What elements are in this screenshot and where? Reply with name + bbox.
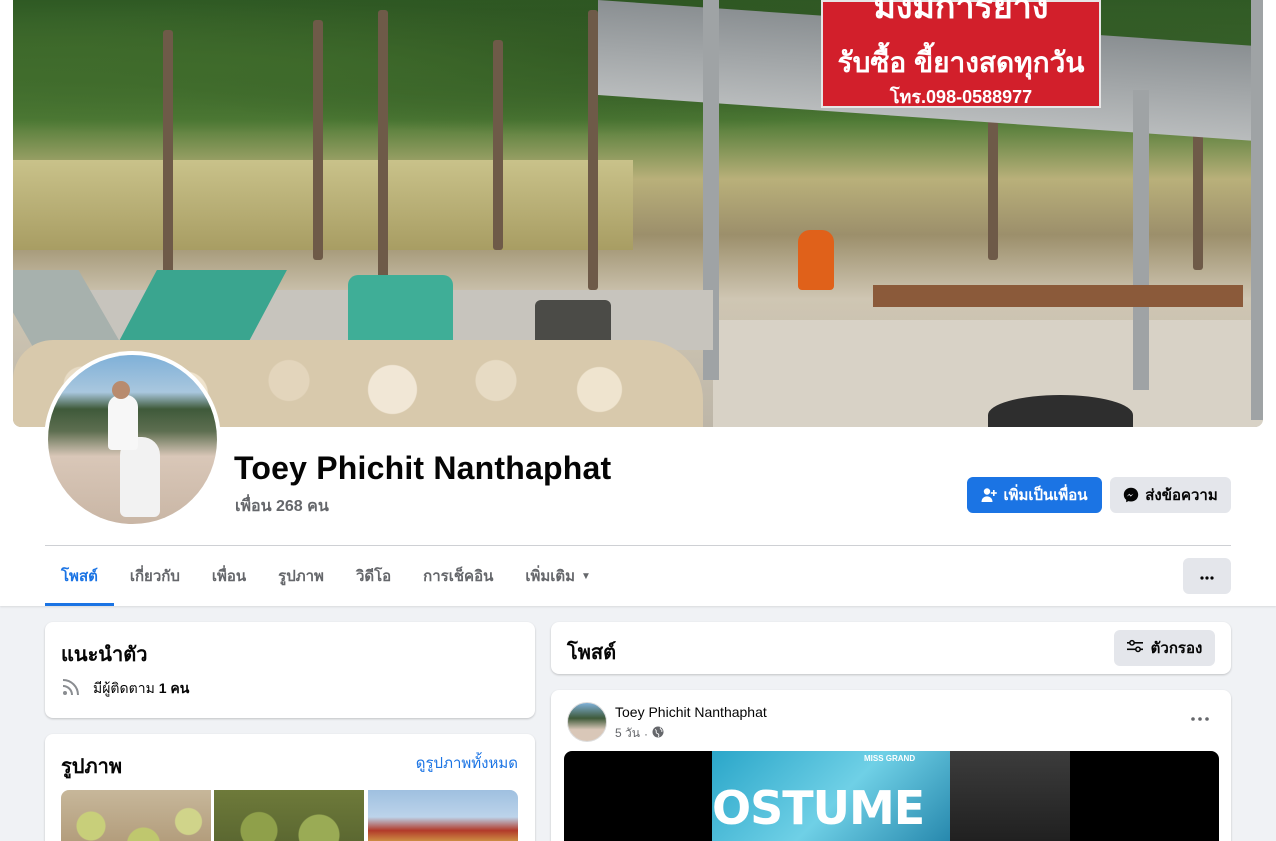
filter-label: ตัวกรอง: [1150, 640, 1203, 657]
add-friend-icon: [981, 487, 998, 503]
tab-friends[interactable]: เพื่อน: [196, 546, 262, 606]
post-author-avatar[interactable]: [567, 702, 607, 742]
avatar-rider: [108, 395, 138, 450]
tab-label: เพื่อน: [211, 568, 247, 585]
followers-text: มีผู้ติดตาม 1 คน: [93, 678, 189, 700]
post-meta: 5 วัน ·: [615, 724, 664, 743]
more-options-button[interactable]: [1183, 558, 1231, 594]
post-author-name[interactable]: Toey Phichit Nanthaphat: [615, 704, 767, 720]
cover-tree-trunk: [313, 20, 323, 260]
add-friend-button[interactable]: เพิ่มเป็นเพื่อน: [967, 477, 1102, 513]
intro-card: แนะนำตัว มีผู้ติดตาม 1 คน: [45, 622, 535, 718]
messenger-icon: [1123, 487, 1139, 503]
profile-avatar[interactable]: [48, 355, 217, 524]
tab-photos[interactable]: รูปภาพ: [262, 546, 340, 606]
filter-button[interactable]: ตัวกรอง: [1114, 630, 1215, 666]
tab-label: วิดีโอ: [355, 568, 392, 585]
cover-tree-trunk: [378, 10, 388, 280]
message-label: ส่งข้อความ: [1145, 487, 1218, 504]
tab-label: การเช็คอิน: [423, 568, 494, 585]
avatar-rider-head: [112, 381, 130, 399]
tab-label: รูปภาพ: [278, 568, 324, 585]
post-options-button[interactable]: [1191, 708, 1209, 726]
cover-table: [873, 285, 1243, 307]
photo-thumbnail[interactable]: [61, 790, 211, 841]
cover-tree-trunk: [493, 40, 503, 250]
intro-title: แนะนำตัว: [61, 644, 148, 666]
tab-videos[interactable]: วิดีโอ: [340, 546, 407, 606]
cover-shed-pole: [1251, 0, 1263, 420]
add-friend-label: เพิ่มเป็นเพื่อน: [1003, 487, 1088, 504]
followers-item: มีผู้ติดตาม 1 คน: [61, 677, 189, 700]
tab-label: เกี่ยวกับ: [129, 568, 180, 585]
posts-header-card: โพสต์ ตัวกรอง: [551, 622, 1231, 674]
followers-count[interactable]: 1 คน: [159, 680, 190, 696]
cover-basin: [988, 395, 1133, 427]
photo-thumbnail[interactable]: [214, 790, 364, 841]
message-button[interactable]: ส่งข้อความ: [1110, 477, 1231, 513]
more-dots-icon: [1191, 708, 1209, 725]
profile-avatar-ring[interactable]: [44, 351, 221, 528]
post-timestamp[interactable]: 5 วัน: [615, 724, 640, 743]
see-all-photos-link[interactable]: ดูรูปภาพทั้งหมด: [416, 751, 518, 775]
cover-person: [798, 230, 834, 290]
profile-tabs: โพสต์ เกี่ยวกับ เพื่อน รูปภาพ วิดีโอ การ…: [45, 546, 607, 606]
cover-photo[interactable]: มงมการยาง รับซื้อ ขี้ยางสดทุกวัน โทร.098…: [13, 0, 1263, 427]
cover-sign-line1: มงมการยาง: [873, 0, 1049, 20]
photos-card: รูปภาพ ดูรูปภาพทั้งหมด: [45, 734, 535, 841]
followers-prefix: มีผู้ติดตาม: [93, 679, 155, 696]
tab-more[interactable]: เพิ่มเติม ▼: [509, 546, 607, 606]
tab-label: เพิ่มเติม: [525, 568, 576, 585]
post-card: Toey Phichit Nanthaphat 5 วัน · MISS GRA…: [551, 690, 1231, 841]
cover-tree-trunk: [988, 100, 998, 260]
cover-sign-phone: โทร.098-0588977: [889, 87, 1033, 107]
cover-field: [13, 160, 633, 250]
cover-sign-line2: รับซื้อ ขี้ยางสดทุกวัน: [837, 47, 1085, 78]
media-screen-dark: [950, 751, 1070, 841]
tab-posts[interactable]: โพสต์: [45, 546, 114, 606]
globe-icon: [652, 726, 664, 741]
cover-tree-trunk: [588, 10, 598, 290]
photo-thumbnail[interactable]: [368, 790, 518, 841]
cover-sign: มงมการยาง รับซื้อ ขี้ยางสดทุกวัน โทร.098…: [821, 0, 1101, 108]
media-costume-text: OSTUME: [712, 781, 925, 835]
profile-header: มงมการยาง รับซื้อ ขี้ยางสดทุกวัน โทร.098…: [0, 0, 1276, 606]
meta-separator: ·: [643, 726, 648, 741]
friend-count[interactable]: เพื่อน 268 คน: [235, 494, 329, 519]
cover-shed-pole: [1133, 90, 1149, 390]
profile-name: Toey Phichit Nanthaphat: [234, 450, 612, 486]
cover-tree-trunk: [163, 30, 173, 280]
filter-icon: [1126, 639, 1143, 657]
rss-icon: [61, 677, 81, 700]
tab-checkins[interactable]: การเช็คอิน: [407, 546, 509, 606]
post-media[interactable]: MISS GRAND OSTUME: [564, 751, 1219, 841]
media-brand-text: MISS GRAND: [864, 754, 916, 763]
caret-down-icon: ▼: [581, 570, 591, 582]
tab-label: โพสต์: [61, 568, 98, 585]
tab-about[interactable]: เกี่ยวกับ: [114, 546, 196, 606]
more-dots-icon: [1200, 567, 1214, 585]
posts-title: โพสต์: [567, 642, 617, 664]
photos-title[interactable]: รูปภาพ: [61, 750, 122, 782]
